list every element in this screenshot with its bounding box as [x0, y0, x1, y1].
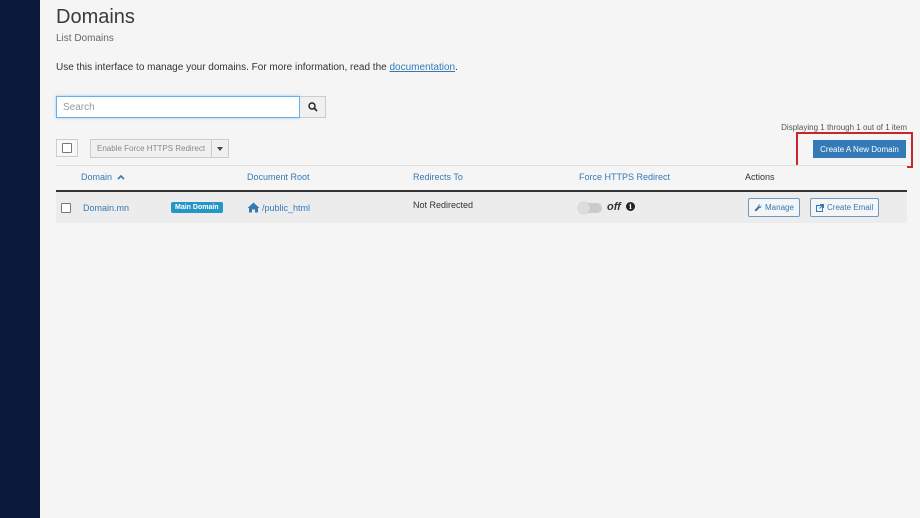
https-state-label: off	[607, 201, 621, 213]
enable-https-button[interactable]: Enable Force HTTPS Redirect	[90, 139, 213, 158]
create-email-button[interactable]: Create Email	[810, 198, 880, 217]
search-icon	[307, 102, 318, 112]
sort-up-icon	[116, 174, 125, 180]
redirects-to-value: Not Redirected	[413, 200, 474, 210]
search-button[interactable]	[300, 96, 326, 118]
header-domain-label: Domain	[81, 172, 113, 182]
domains-table: Domain Document Root Redirects To Force …	[56, 165, 907, 223]
document-root-text: /public_html	[262, 202, 311, 213]
pagination-info: Displaying 1 through 1 out of 1 item	[781, 123, 907, 132]
row-checkbox[interactable]	[61, 203, 71, 213]
highlight-box	[796, 132, 913, 168]
external-link-icon	[816, 203, 824, 212]
page-title: Domains	[56, 6, 135, 28]
documentation-link[interactable]: documentation	[390, 62, 456, 73]
https-dropdown-toggle[interactable]	[212, 139, 230, 158]
toggle-knob	[578, 202, 590, 214]
header-actions: Actions	[745, 172, 775, 182]
search-bar	[56, 96, 326, 118]
header-force-https[interactable]: Force HTTPS Redirect	[579, 172, 670, 182]
description-text: Use this interface to manage your domain…	[56, 62, 387, 73]
https-redirect-group: Enable Force HTTPS Redirect	[90, 139, 230, 158]
search-input[interactable]	[56, 96, 300, 118]
sidebar	[0, 0, 40, 518]
description-period: .	[455, 62, 458, 73]
manage-button[interactable]: Manage	[748, 198, 800, 217]
main-content: Domains List Domains Use this interface …	[40, 0, 920, 518]
select-all-checkbox[interactable]	[56, 139, 78, 157]
manage-label: Manage	[765, 203, 794, 212]
create-email-label: Create Email	[827, 203, 874, 212]
header-redirects-to[interactable]: Redirects To	[413, 172, 463, 182]
page-subtitle: List Domains	[56, 33, 114, 44]
table-row: Domain.mn Main Domain /public_html Not R…	[56, 192, 907, 223]
info-icon[interactable]: i	[626, 202, 635, 211]
checkbox-box	[62, 143, 72, 153]
header-domain[interactable]: Domain	[81, 172, 125, 182]
domain-link[interactable]: Domain.mn	[83, 203, 129, 213]
main-domain-badge: Main Domain	[171, 202, 223, 213]
home-icon	[247, 202, 260, 213]
wrench-icon	[754, 203, 762, 211]
page-description: Use this interface to manage your domain…	[56, 62, 458, 73]
force-https-toggle[interactable]	[578, 202, 602, 214]
table-header: Domain Document Root Redirects To Force …	[56, 165, 907, 192]
document-root-link[interactable]: /public_html	[247, 202, 310, 213]
header-document-root[interactable]: Document Root	[247, 172, 310, 182]
caret-down-icon	[217, 146, 224, 151]
